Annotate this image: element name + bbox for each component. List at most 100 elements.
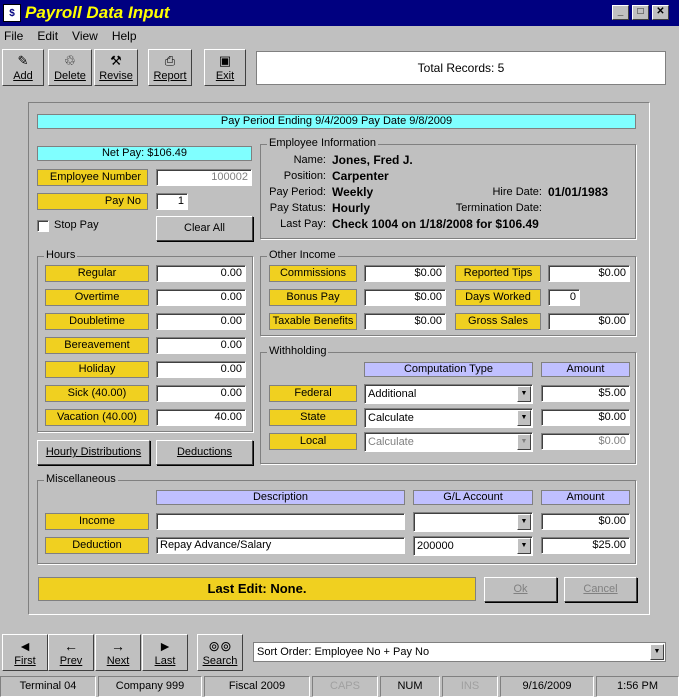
status-company: Company 999 [98, 676, 202, 697]
withholding-title: Withholding [267, 345, 329, 357]
pay-no-field[interactable]: 1 [156, 193, 188, 210]
misc-deduction-description[interactable]: Repay Advance/Salary [156, 537, 405, 554]
last-button[interactable]: ► Last [142, 634, 188, 671]
hours-label-bereavement: Bereavement [45, 337, 149, 354]
chevron-down-icon[interactable]: ▼ [517, 514, 531, 530]
hours-field-vacation[interactable]: 40.00 [156, 409, 246, 426]
misc-deduction-label: Deduction [45, 537, 149, 554]
employee-info-title: Employee Information [267, 137, 378, 149]
first-button[interactable]: ◄ First [2, 634, 48, 671]
employee-name: Jones, Fred J. [332, 153, 413, 167]
taxable-benefits-field[interactable]: $0.00 [364, 313, 446, 330]
hours-field-sick[interactable]: 0.00 [156, 385, 246, 402]
chevron-down-icon[interactable]: ▼ [517, 386, 531, 402]
cancel-button[interactable]: Cancel [564, 577, 637, 602]
search-button[interactable]: ⊚⊚ Search [197, 634, 243, 671]
hire-date-value: 01/01/1983 [548, 185, 609, 199]
ok-button[interactable]: Ok [484, 577, 557, 602]
other-income-title: Other Income [267, 249, 338, 261]
last-pay-label: Last Pay: [280, 218, 326, 230]
local-label: Local [269, 433, 357, 450]
commissions-field[interactable]: $0.00 [364, 265, 446, 282]
title-bar: $ Payroll Data Input _ □ ✕ [0, 0, 679, 26]
pay-status-value: Hourly [332, 201, 371, 215]
hours-label-overtime: Overtime [45, 289, 149, 306]
reported-tips-label: Reported Tips [455, 265, 541, 282]
hours-field-holiday[interactable]: 0.00 [156, 361, 246, 378]
hourly-distributions-button[interactable]: Hourly Distributions [37, 440, 150, 465]
misc-income-gl-select[interactable]: ▼ [413, 512, 533, 532]
misc-deduction-amount[interactable]: $25.00 [541, 537, 630, 554]
hours-label-doubletime: Doubletime [45, 313, 149, 330]
app-icon: $ [3, 4, 21, 22]
close-button[interactable]: ✕ [652, 5, 669, 20]
revise-icon: ⚒ [110, 53, 122, 68]
menu-edit[interactable]: Edit [37, 29, 58, 43]
status-num: NUM [380, 676, 440, 697]
gl-account-header: G/L Account [413, 490, 533, 505]
federal-type-select[interactable]: Additional ▼ [364, 384, 533, 404]
menu-help[interactable]: Help [112, 29, 137, 43]
state-amount-field[interactable]: $0.00 [541, 409, 630, 426]
hours-title: Hours [44, 249, 78, 261]
printer-icon: ⎙ [164, 53, 176, 68]
menu-bar: File Edit View Help [0, 26, 679, 46]
hours-field-bereavement[interactable]: 0.00 [156, 337, 246, 354]
total-records: Total Records: 5 [256, 51, 666, 85]
local-type-select[interactable]: Calculate ▼ [364, 432, 533, 452]
commissions-label: Commissions [269, 265, 357, 282]
local-amount-field[interactable]: $0.00 [541, 433, 630, 450]
hours-field-regular[interactable]: 0.00 [156, 265, 246, 282]
chevron-down-icon[interactable]: ▼ [517, 538, 531, 554]
menu-file[interactable]: File [4, 29, 23, 43]
chevron-down-icon[interactable]: ▼ [517, 410, 531, 426]
prev-button[interactable]: ← Prev [48, 634, 94, 671]
add-button[interactable]: ✎ Add [2, 49, 44, 86]
gross-sales-field[interactable]: $0.00 [548, 313, 630, 330]
hours-label-vacation: Vacation (40.00) [45, 409, 149, 426]
stop-pay-checkbox[interactable] [37, 220, 49, 232]
federal-amount-field[interactable]: $5.00 [541, 385, 630, 402]
status-terminal: Terminal 04 [0, 676, 96, 697]
chevron-down-icon[interactable]: ▼ [517, 434, 531, 450]
misc-deduction-gl-select[interactable]: 200000 ▼ [413, 536, 533, 556]
hours-label-sick: Sick (40.00) [45, 385, 149, 402]
next-button[interactable]: → Next [95, 634, 141, 671]
revise-button[interactable]: ⚒ Revise [94, 49, 138, 86]
bonus-pay-field[interactable]: $0.00 [364, 289, 446, 306]
days-worked-field[interactable]: 0 [548, 289, 580, 306]
pay-period-value: Weekly [332, 185, 374, 199]
report-button[interactable]: ⎙ Report [148, 49, 192, 86]
federal-label: Federal [269, 385, 357, 402]
taxable-benefits-label: Taxable Benefits [269, 313, 357, 330]
misc-income-amount[interactable]: $0.00 [541, 513, 630, 530]
name-label: Name: [293, 154, 326, 166]
chevron-down-icon[interactable]: ▼ [650, 644, 664, 660]
bonus-pay-label: Bonus Pay [269, 289, 357, 306]
misc-amount-header: Amount [541, 490, 630, 505]
deductions-button[interactable]: Deductions [156, 440, 253, 465]
position-label: Position: [283, 170, 326, 182]
pay-period-banner: Pay Period Ending 9/4/2009 Pay Date 9/8/… [37, 114, 636, 129]
reported-tips-field[interactable]: $0.00 [548, 265, 630, 282]
maximize-button[interactable]: □ [632, 5, 649, 20]
last-edit-status: Last Edit: None. [38, 577, 476, 601]
status-fiscal: Fiscal 2009 [204, 676, 310, 697]
employee-position: Carpenter [332, 169, 389, 183]
delete-button[interactable]: ♲ Delete [48, 49, 92, 86]
state-type-select[interactable]: Calculate ▼ [364, 408, 533, 428]
misc-income-description[interactable] [156, 513, 405, 530]
state-label: State [269, 409, 357, 426]
hire-date-label: Hire Date: [492, 186, 542, 198]
minimize-button[interactable]: _ [612, 5, 629, 20]
prev-arrow-icon: ← [64, 638, 78, 654]
exit-button[interactable]: ▣ Exit [204, 49, 246, 86]
hours-label-regular: Regular [45, 265, 149, 282]
hours-field-doubletime[interactable]: 0.00 [156, 313, 246, 330]
miscellaneous-title: Miscellaneous [44, 473, 118, 485]
pay-period-label: Pay Period: [269, 186, 326, 198]
sort-order-select[interactable]: Sort Order: Employee No + Pay No ▼ [253, 642, 666, 662]
menu-view[interactable]: View [72, 29, 98, 43]
hours-field-overtime[interactable]: 0.00 [156, 289, 246, 306]
termination-date-label: Termination Date: [455, 202, 542, 214]
